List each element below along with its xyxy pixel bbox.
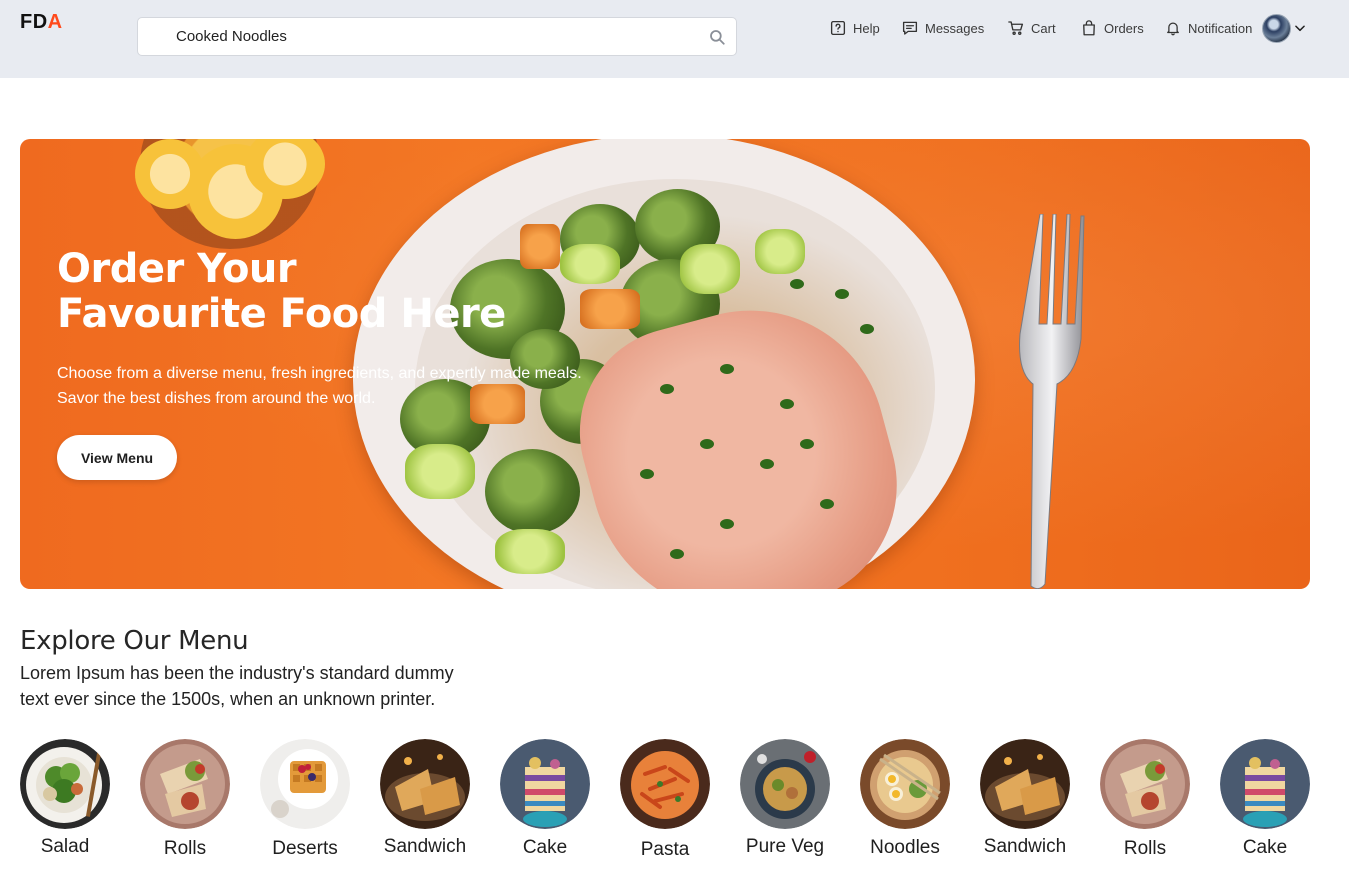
menu-item-rolls-2[interactable]: Rolls <box>1100 739 1190 859</box>
shopping-bag-icon <box>1083 20 1095 36</box>
cake-thumb <box>1220 739 1310 829</box>
menu-item-label: Cake <box>1242 837 1288 858</box>
logo-text: FD <box>20 11 48 33</box>
help-icon <box>830 20 846 36</box>
menu-item-rolls[interactable]: Rolls <box>140 739 230 859</box>
logo-accent: A <box>47 11 63 33</box>
hero-description: Choose from a diverse menu, fresh ingred… <box>57 361 657 411</box>
top-navbar: FDA Help Messages Cart Orders Notificati… <box>0 0 1349 78</box>
nav-notification[interactable]: Notification <box>1164 17 1252 39</box>
search-bar <box>137 17 737 56</box>
hero-title-line2: Favourite Food Here <box>57 291 506 337</box>
view-menu-button[interactable]: View Menu <box>57 435 177 480</box>
hero-title: Order Your Favourite Food Here <box>57 247 577 337</box>
explore-desc-line2: text ever since the 1500s, when an unkno… <box>20 689 436 709</box>
menu-item-label: Deserts <box>272 838 338 859</box>
nav-help[interactable]: Help <box>829 17 880 39</box>
hero-title-line1: Order Your <box>57 246 297 292</box>
menu-item-label: Pasta <box>640 839 690 860</box>
menu-item-noodles[interactable]: Noodles <box>860 739 950 858</box>
menu-item-pure-veg[interactable]: Pure Veg <box>740 739 830 857</box>
menu-item-label: Pure Veg <box>745 836 825 857</box>
nav-orders-label: Orders <box>1104 20 1144 36</box>
logo[interactable]: FDA <box>20 11 63 34</box>
bell-icon <box>1167 22 1179 36</box>
nav-messages-label: Messages <box>925 20 985 36</box>
menu-item-label: Sandwich <box>983 836 1067 857</box>
search-icon[interactable] <box>708 28 726 46</box>
sandwich-thumb <box>980 739 1070 829</box>
hero-desc-line1: Choose from a diverse menu, fresh ingred… <box>57 365 582 382</box>
nav-cart[interactable]: Cart <box>1007 17 1056 39</box>
salad-thumb <box>20 739 110 829</box>
pure-veg-thumb <box>740 739 830 829</box>
nav-orders[interactable]: Orders <box>1080 17 1144 39</box>
rolls-thumb <box>1100 739 1190 829</box>
menu-item-label: Sandwich <box>383 836 467 857</box>
cake-thumb <box>500 739 590 829</box>
menu-item-label: Cake <box>522 837 568 858</box>
explore-menu-description: Lorem Ipsum has been the industry's stan… <box>20 660 490 712</box>
menu-item-cake[interactable]: Cake <box>500 739 590 858</box>
menu-item-label: Rolls <box>1123 838 1167 859</box>
nav-help-label: Help <box>853 20 880 36</box>
menu-item-deserts[interactable]: Deserts <box>260 739 350 859</box>
explore-menu-title: Explore Our Menu <box>20 626 249 656</box>
nav-cart-label: Cart <box>1031 20 1056 36</box>
message-icon <box>902 21 918 35</box>
noodles-thumb <box>860 739 950 829</box>
nav-notification-label: Notification <box>1188 20 1253 36</box>
pasta-thumb <box>620 739 710 829</box>
rolls-thumb <box>140 739 230 829</box>
menu-item-label: Noodles <box>870 837 940 858</box>
search-input[interactable] <box>176 18 696 55</box>
chevron-down-icon[interactable] <box>1293 21 1307 35</box>
menu-item-salad[interactable]: Salad <box>20 739 110 857</box>
sandwich-thumb <box>380 739 470 829</box>
nav-messages[interactable]: Messages <box>901 17 984 39</box>
menu-item-sandwich-2[interactable]: Sandwich <box>980 739 1070 857</box>
menu-item-cake-2[interactable]: Cake <box>1220 739 1310 858</box>
avatar[interactable] <box>1262 14 1291 43</box>
menu-item-label: Salad <box>40 836 90 857</box>
explore-desc-line1: Lorem Ipsum has been the industry's stan… <box>20 663 454 683</box>
menu-category-list: Salad Rolls Deserts Sandwich Cake Pasta <box>20 739 1310 864</box>
menu-item-sandwich[interactable]: Sandwich <box>380 739 470 857</box>
hero-banner: Order Your Favourite Food Here Choose fr… <box>20 139 1310 589</box>
cart-icon <box>1008 21 1024 35</box>
menu-item-pasta[interactable]: Pasta <box>620 739 710 860</box>
menu-item-label: Rolls <box>163 838 207 859</box>
hero-desc-line2: Savor the best dishes from around the wo… <box>57 390 376 407</box>
deserts-thumb <box>260 739 350 829</box>
